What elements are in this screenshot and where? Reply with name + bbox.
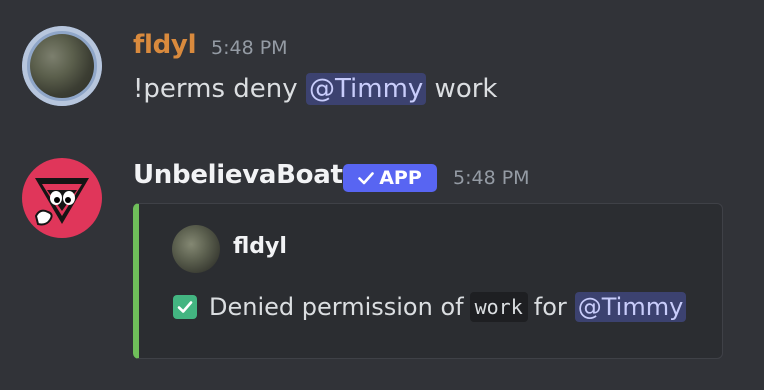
embed-desc-text-mid: for <box>533 293 567 321</box>
user-avatar[interactable] <box>22 26 102 106</box>
user-mention[interactable]: @Timmy <box>305 73 427 105</box>
embed-description: Denied permission of work for @Timmy <box>173 292 687 322</box>
user-mention[interactable]: @Timmy <box>574 292 687 322</box>
embed-desc-text: Denied permission of <box>209 293 464 321</box>
app-badge: APP <box>343 164 437 192</box>
unbelievaboat-logo-icon <box>34 178 89 226</box>
embed: fldyl Denied permission of work for @Tim… <box>133 203 723 359</box>
bot-avatar[interactable] <box>22 158 102 238</box>
embed-author-name[interactable]: fldyl <box>233 234 287 259</box>
message-content: !perms deny @Timmy work <box>133 73 498 105</box>
app-badge-label: APP <box>379 167 422 189</box>
check-mark-icon <box>173 295 197 319</box>
message-timestamp[interactable]: 5:48 PM <box>453 167 530 189</box>
embed-author-avatar <box>172 225 220 273</box>
author-name[interactable]: UnbelievaBoat <box>133 160 343 190</box>
message-text-suffix: work <box>426 74 498 104</box>
verified-check-icon <box>358 172 375 185</box>
message-text: !perms deny <box>133 74 306 104</box>
avatar-frame <box>22 26 102 106</box>
author-name[interactable]: fldyl <box>133 30 197 60</box>
message-timestamp[interactable]: 5:48 PM <box>211 37 288 59</box>
inline-code: work <box>469 292 528 322</box>
